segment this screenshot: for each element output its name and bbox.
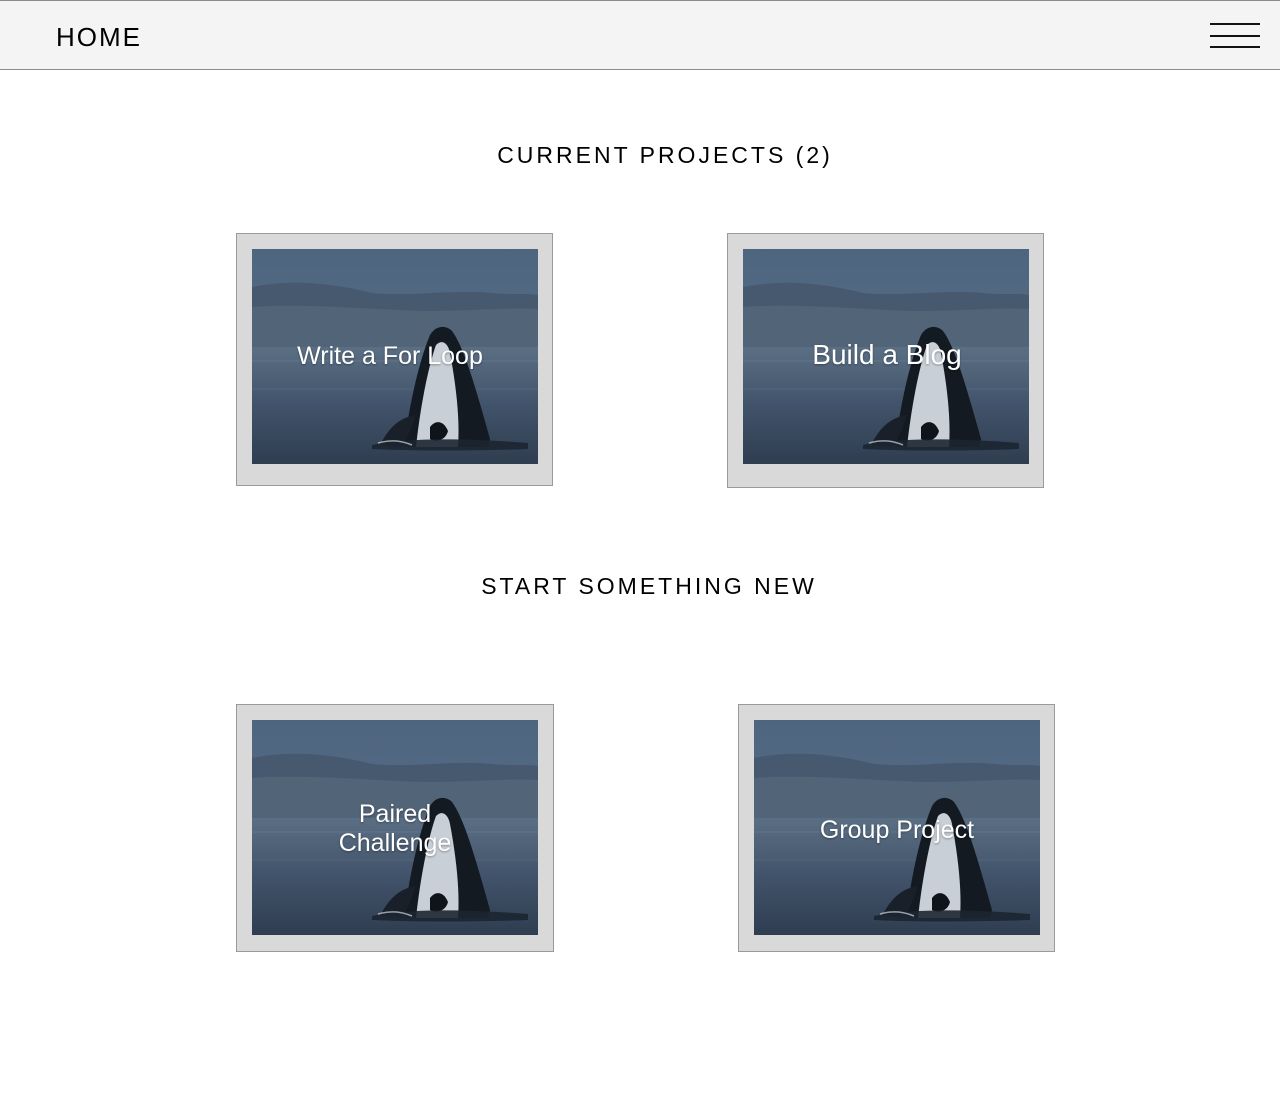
new-card-label: Paired Challenge <box>338 799 452 857</box>
orca-image: Write a For Loop <box>252 249 538 464</box>
orca-image: Group Project <box>754 720 1040 935</box>
menu-line <box>1210 23 1260 25</box>
menu-line <box>1210 35 1260 37</box>
new-card-label: Group Project <box>819 816 975 844</box>
project-card-label: Write a For Loop <box>297 342 483 370</box>
top-navigation-bar: HOME <box>0 0 1280 70</box>
project-card-label: Build a Blog <box>812 339 962 370</box>
new-card-paired-challenge[interactable]: Paired Challenge <box>236 704 554 952</box>
home-link[interactable]: HOME <box>56 22 142 52</box>
orca-image: Build a Blog <box>743 249 1029 464</box>
start-something-new-heading: START SOMETHING NEW <box>481 573 817 599</box>
orca-image: Paired Challenge <box>252 720 538 935</box>
project-card-build-a-blog[interactable]: Build a Blog <box>727 233 1044 488</box>
new-card-group-project[interactable]: Group Project <box>738 704 1055 952</box>
menu-line <box>1210 46 1260 48</box>
project-card-write-a-for-loop[interactable]: Write a For Loop <box>236 233 553 486</box>
current-projects-heading: CURRENT PROJECTS (2) <box>497 142 833 168</box>
hamburger-menu-icon[interactable] <box>1210 21 1260 49</box>
